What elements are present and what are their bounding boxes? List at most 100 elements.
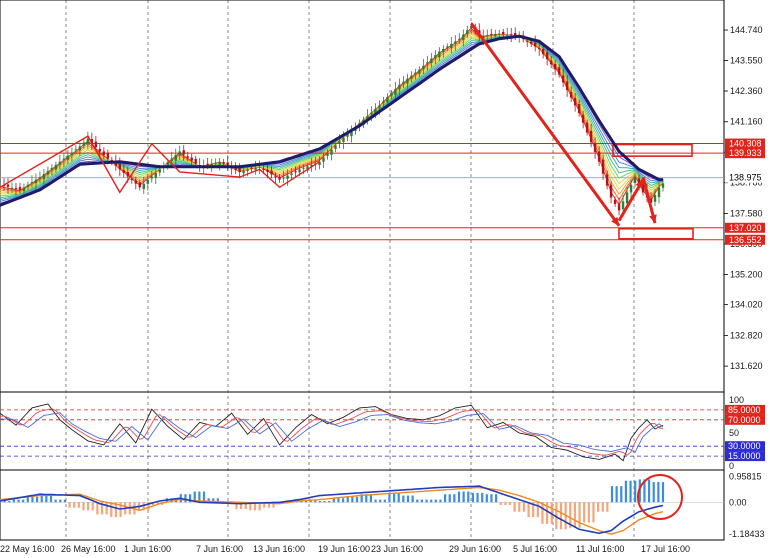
candle-body-95	[378, 105, 381, 109]
macd-panel-frame	[0, 469, 725, 541]
candle-body-38	[150, 176, 153, 179]
macd-bar-14	[63, 499, 67, 503]
price-tag-label-4: 138.975	[729, 173, 762, 183]
candle-body-154	[613, 199, 617, 204]
macd-bar-126	[583, 502, 586, 523]
candle-body-85	[338, 141, 341, 144]
candle-body-139	[553, 63, 557, 70]
macd-bar-113	[522, 502, 526, 512]
candle-body-39	[154, 172, 157, 178]
candle-body-128	[510, 34, 513, 36]
macd-bar-18	[82, 502, 85, 511]
macd-bar-132	[610, 486, 614, 503]
candle-body-133	[529, 41, 533, 44]
y-tick-label-2: 142.360	[730, 86, 763, 96]
macd-bar-92	[425, 499, 428, 503]
macd-bar-23	[105, 502, 108, 515]
candle-body-34	[134, 180, 137, 184]
candle-body-2	[6, 184, 10, 187]
candle-body-3	[10, 187, 14, 189]
candle-body-21	[82, 142, 86, 146]
candle-body-158	[629, 184, 633, 193]
candle-body-33	[130, 178, 134, 181]
chart-canvas: 144.740143.550142.360141.160139.970138.7…	[0, 0, 765, 554]
rsi-tick-label-0: 100	[729, 395, 744, 405]
macd-bar-130	[601, 502, 604, 512]
macd-tick-label-2: -1.18433	[729, 529, 765, 539]
x-tick-label-1: 26 May 16:00	[61, 544, 116, 554]
x-tick-label-8: 5 Jul 16:00	[513, 544, 557, 554]
x-tick-label-4: 13 Jun 16:00	[253, 544, 305, 554]
candle-body-109	[434, 55, 437, 58]
candle-body-155	[617, 204, 621, 211]
candle-body-54	[214, 162, 217, 164]
macd-bar-70	[323, 500, 326, 503]
candle-body-146	[581, 114, 585, 123]
candle-body-134	[533, 42, 537, 47]
candle-body-148	[589, 130, 593, 143]
price-tag-label-0: 140.308	[729, 139, 762, 149]
macd-bar-110	[508, 502, 512, 505]
candle-body-71	[282, 177, 285, 179]
macd-bar-91	[420, 499, 424, 503]
macd-bar-143	[661, 482, 665, 503]
macd-bar-97	[448, 494, 451, 503]
candle-body-68	[270, 170, 273, 175]
candle-body-63	[250, 167, 253, 169]
macd-bar-40	[184, 494, 187, 503]
candle-body-138	[549, 60, 553, 65]
candle-body-125	[498, 33, 501, 35]
candle-body-150	[597, 151, 601, 162]
macd-bar-89	[411, 495, 414, 503]
macd-bar-10	[45, 495, 48, 503]
macd-bar-104	[481, 492, 484, 503]
macd-bar-7	[31, 496, 34, 503]
candle-body-143	[569, 92, 573, 98]
candle-body-106	[422, 65, 425, 70]
macd-bar-21	[96, 502, 99, 515]
candle-body-45	[178, 151, 181, 156]
macd-bar-125	[578, 502, 581, 528]
macd-bar-107	[494, 494, 498, 503]
candle-body-96	[382, 101, 385, 104]
macd-bar-109	[504, 502, 507, 505]
candle-body-105	[418, 69, 421, 74]
candle-body-108	[430, 58, 433, 64]
candle-body-55	[218, 161, 221, 165]
candle-body-126	[502, 31, 505, 35]
candle-body-44	[174, 155, 177, 161]
macd-bar-127	[587, 502, 590, 523]
candle-body-83	[330, 149, 333, 155]
candle-body-116	[462, 34, 465, 41]
macd-bar-117	[541, 502, 544, 524]
candle-body-152	[605, 174, 609, 186]
macd-bar-17	[77, 502, 80, 508]
candle-body-164	[653, 195, 657, 202]
macd-bar-81	[374, 499, 377, 503]
y-tick-label-1: 143.550	[730, 56, 763, 66]
candle-body-102	[406, 78, 409, 84]
candle-body-56	[222, 162, 225, 164]
candle-body-49	[194, 158, 197, 164]
macd-bar-100	[462, 491, 465, 503]
candle-body-103	[410, 75, 413, 79]
macd-bar-90	[416, 499, 419, 503]
candle-body-62	[246, 169, 249, 171]
macd-bar-98	[453, 494, 456, 503]
y-tick-label-10: 132.820	[730, 330, 763, 340]
candle-body-124	[494, 34, 497, 37]
x-tick-label-7: 29 Jun 16:00	[449, 544, 501, 554]
macd-bar-136	[629, 480, 632, 503]
candle-body-112	[446, 46, 449, 48]
candle-body-69	[274, 176, 277, 178]
candle-body-66	[262, 168, 265, 170]
macd-bar-128	[592, 502, 595, 523]
candle-body-67	[266, 169, 269, 172]
price-axis: 144.740143.550142.360141.160139.970138.7…	[724, 25, 765, 539]
macd-bar-75	[346, 496, 349, 503]
macd-bar-86	[397, 492, 400, 503]
y-tick-label-3: 141.160	[730, 117, 763, 127]
candle-body-64	[254, 167, 257, 170]
candle-body-17	[66, 155, 70, 160]
macd-bar-15	[68, 502, 71, 508]
